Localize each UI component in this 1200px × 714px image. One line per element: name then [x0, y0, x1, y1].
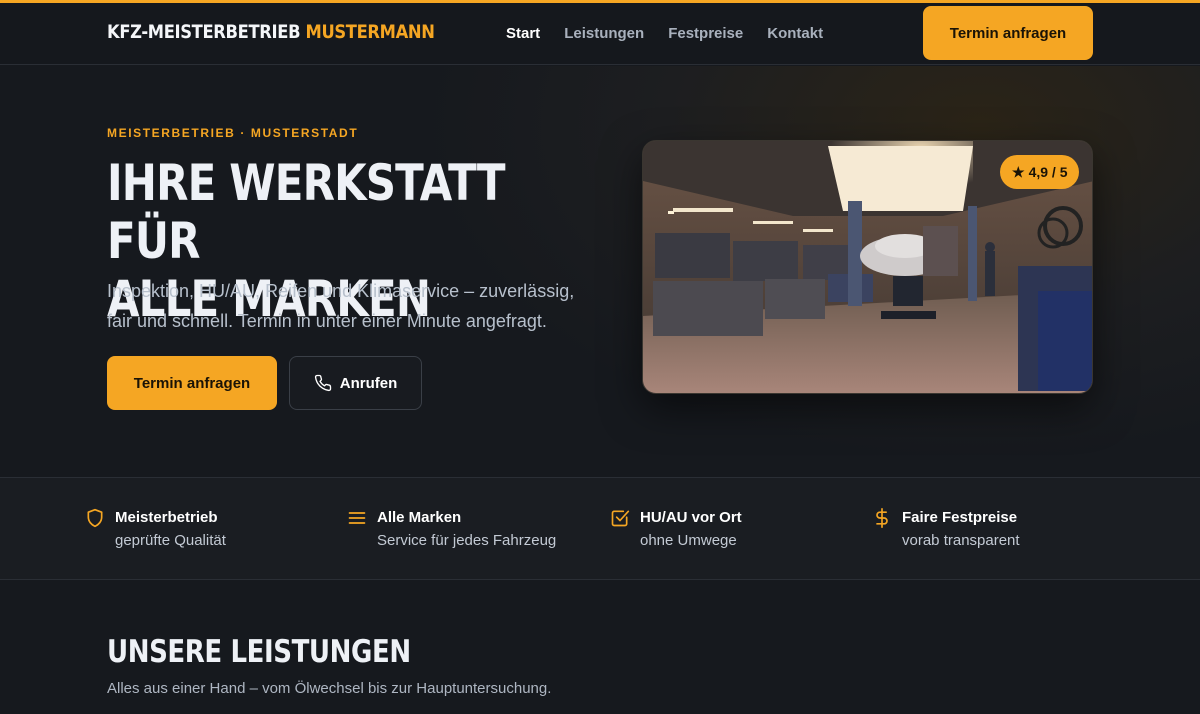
- star-icon: ★: [1012, 163, 1025, 180]
- call-button[interactable]: Anrufen: [289, 356, 422, 410]
- feature-title: Meisterbetrieb: [115, 509, 218, 526]
- logo-main: KFZ-MEISTERBETRIEB: [107, 21, 301, 43]
- nav-festpreise[interactable]: Festpreise: [668, 25, 743, 42]
- site-header: KFZ-MEISTERBETRIEB MUSTERMANN Start Leis…: [0, 3, 1200, 65]
- rating-value: 4,9 / 5: [1028, 164, 1068, 180]
- services-title: UNSERE LEISTUNGEN: [107, 634, 411, 670]
- phone-icon: [314, 374, 331, 392]
- hero-subtitle: Inspektion, HU/AU, Reifen und Klimaservi…: [107, 281, 575, 331]
- nav-start[interactable]: Start: [506, 25, 540, 42]
- menu-lines-icon: [348, 512, 366, 524]
- nav-leistungen[interactable]: Leistungen: [564, 25, 644, 42]
- feature-item: Meisterbetrieb geprüfte Qualität: [85, 508, 226, 554]
- feature-subtitle: ohne Umwege: [640, 532, 737, 549]
- feature-subtitle: vorab transparent: [902, 532, 1020, 549]
- nav-kontakt[interactable]: Kontakt: [767, 25, 823, 42]
- feature-title: Faire Festpreise: [902, 509, 1018, 526]
- dollar-icon: [876, 508, 888, 528]
- hero-eyebrow: MEISTERBETRIEB · MUSTERSTADT: [107, 126, 359, 140]
- hero-section: MEISTERBETRIEB · MUSTERSTADT IHRE WERKST…: [0, 66, 1200, 477]
- shield-icon: [87, 508, 103, 528]
- feature-subtitle: geprüfte Qualität: [115, 532, 226, 549]
- checkbox-icon: [611, 510, 630, 527]
- call-button-label: Anrufen: [339, 374, 398, 392]
- feature-title: HU/AU vor Ort: [640, 509, 742, 526]
- main-nav: Start Leistungen Festpreise Kontakt: [506, 25, 823, 42]
- header-appointment-button[interactable]: Termin anfragen: [923, 6, 1093, 60]
- feature-title: Alle Marken: [377, 509, 462, 526]
- appointment-button[interactable]: Termin anfragen: [107, 356, 277, 410]
- features-bar: Meisterbetrieb geprüfte Qualität Alle Ma…: [0, 477, 1200, 580]
- logo-accent: MUSTERMANN: [305, 21, 435, 43]
- feature-item: Faire Festpreise vorab transparent: [872, 508, 1020, 554]
- feature-item: HU/AU vor Ort ohne Umwege: [610, 508, 742, 554]
- feature-item: Alle Marken Service für jedes Fahrzeug: [347, 508, 556, 554]
- feature-subtitle: Service für jedes Fahrzeug: [377, 532, 557, 549]
- rating-badge: ★ 4,9 / 5: [1000, 155, 1080, 189]
- services-subtitle: Alles aus einer Hand – vom Ölwechsel bis…: [107, 680, 552, 697]
- logo[interactable]: KFZ-MEISTERBETRIEB MUSTERMANN: [107, 21, 435, 43]
